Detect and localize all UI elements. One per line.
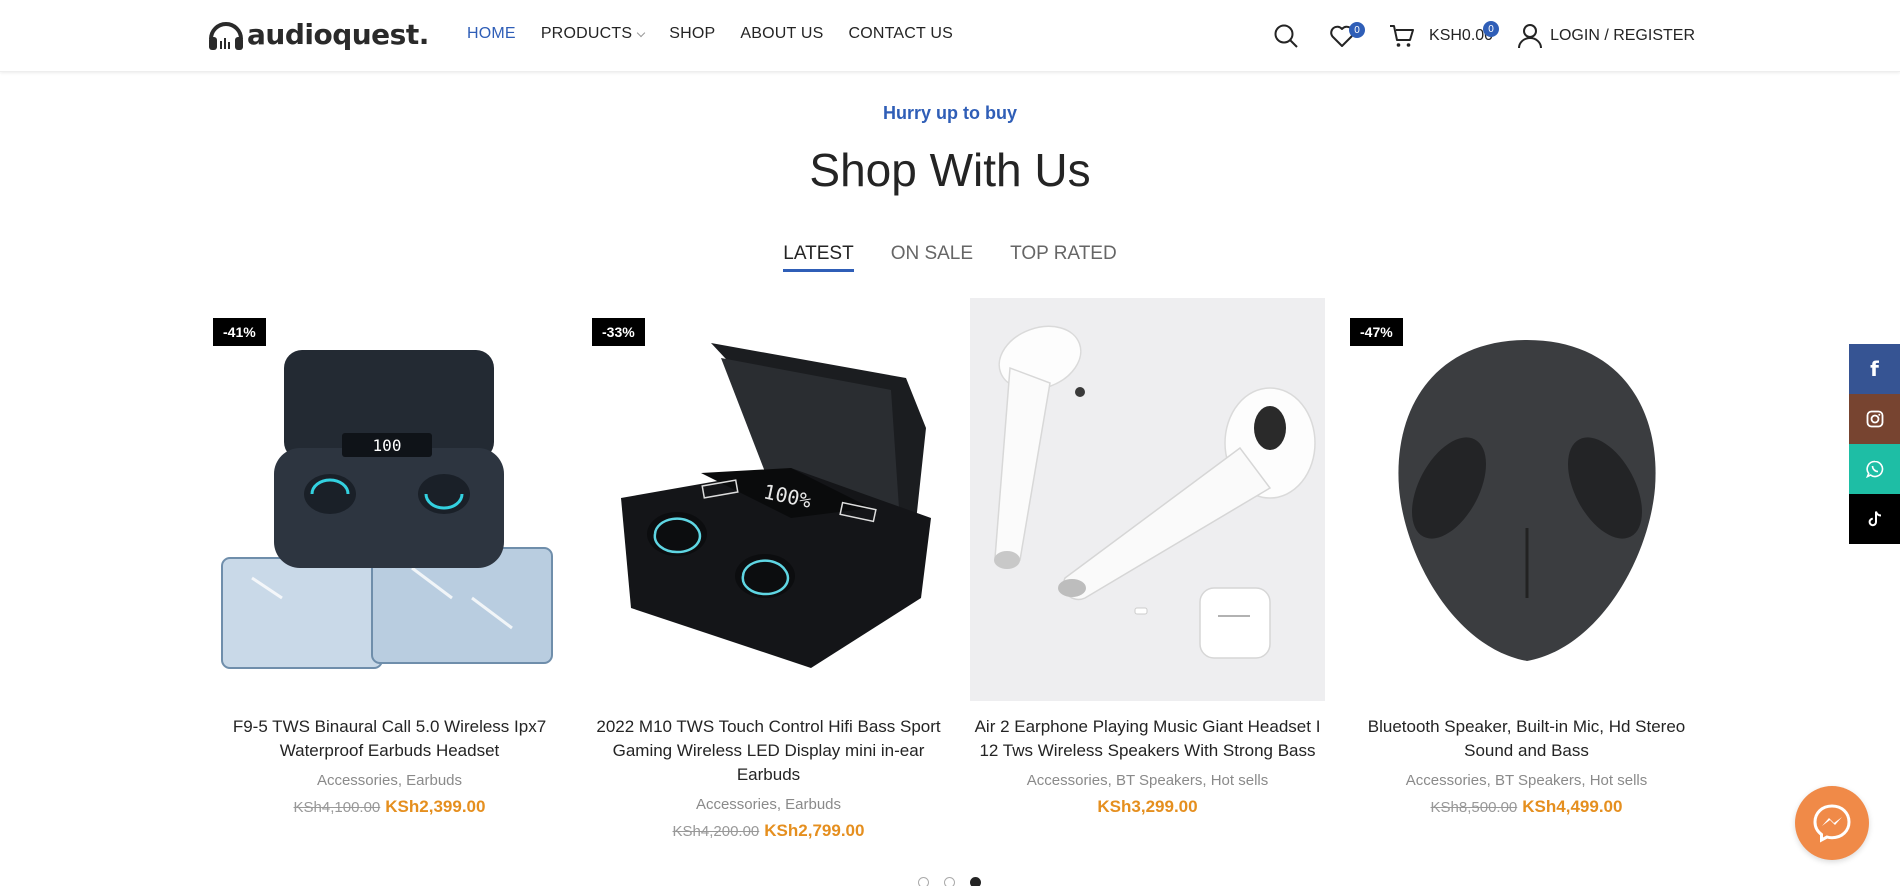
- product-image[interactable]: [970, 298, 1325, 701]
- login-register-label: LOGIN / REGISTER: [1550, 27, 1695, 44]
- svg-text:100: 100: [373, 436, 402, 455]
- site-header: audioquest. HOME PRODUCTS SHOP ABOUT US …: [0, 0, 1900, 72]
- product-categories[interactable]: Accessories, Earbuds: [212, 772, 567, 789]
- product-price: KSh8,500.00 KSh4,499.00: [1349, 797, 1704, 817]
- messenger-chat-button[interactable]: [1795, 786, 1869, 860]
- earbuds-case-image: 100: [221, 350, 553, 669]
- carousel-dot[interactable]: [944, 877, 955, 886]
- carousel-dot[interactable]: [970, 877, 981, 886]
- section-eyebrow: Hurry up to buy: [883, 103, 1017, 123]
- product-tabs: LATEST ON SALE TOP RATED: [0, 243, 1900, 272]
- user-icon: [1518, 24, 1543, 49]
- old-price: KSh4,100.00: [293, 799, 381, 816]
- facebook-icon: f: [1870, 357, 1879, 381]
- product-image[interactable]: -47%: [1349, 298, 1704, 701]
- nav-products-label: PRODUCTS: [540, 25, 633, 42]
- product-image[interactable]: -41% 100: [212, 298, 567, 701]
- header-tools: 0 0 KSH0.00 LOGIN / REGISTER: [1273, 18, 1695, 54]
- main-nav: HOME PRODUCTS SHOP ABOUT US CONTACT US: [467, 25, 953, 43]
- cart-count-badge: 0: [1483, 21, 1500, 37]
- product-name[interactable]: Bluetooth Speaker, Built-in Mic, Hd Ster…: [1349, 715, 1704, 763]
- product-categories[interactable]: Accessories, BT Speakers, Hot sells: [970, 772, 1325, 789]
- alien-speaker-image: [1398, 340, 1656, 661]
- product-card: Air 2 Earphone Playing Music Giant Heads…: [970, 298, 1325, 817]
- product-categories[interactable]: Accessories, Earbuds: [591, 796, 946, 813]
- whatsapp-icon: [1865, 460, 1883, 478]
- sale-price: KSh3,299.00: [1097, 797, 1198, 816]
- search-icon: [1274, 24, 1298, 48]
- product-card: -33% 100% 2022 M10 TWS Touch Control Hif…: [591, 298, 946, 841]
- tab-on-sale[interactable]: ON SALE: [891, 243, 973, 272]
- sale-price: KSh2,799.00: [764, 821, 865, 840]
- nav-about-us[interactable]: ABOUT US: [740, 25, 823, 43]
- nav-contact-us[interactable]: CONTACT US: [848, 25, 953, 43]
- instagram-icon: [1866, 410, 1883, 428]
- messenger-icon: [1813, 804, 1851, 843]
- whatsapp-button[interactable]: [1849, 444, 1900, 494]
- login-register-link[interactable]: LOGIN / REGISTER: [1517, 23, 1695, 49]
- tiktok-button[interactable]: [1849, 494, 1900, 544]
- product-categories[interactable]: Accessories, BT Speakers, Hot sells: [1349, 772, 1704, 789]
- earbuds-case-image: 100%: [621, 343, 931, 668]
- carousel-dot[interactable]: [918, 877, 929, 886]
- product-name[interactable]: Air 2 Earphone Playing Music Giant Heads…: [970, 715, 1325, 763]
- facebook-button[interactable]: f: [1849, 344, 1900, 394]
- product-price: KSh4,100.00 KSh2,399.00: [212, 797, 567, 817]
- headphones-logo-icon: [209, 22, 243, 50]
- product-name[interactable]: F9-5 TWS Binaural Call 5.0 Wireless Ipx7…: [212, 715, 567, 763]
- discount-badge: -33%: [592, 318, 645, 346]
- product-card: -41% 100 F9-5 TWS Binaural Call 5.0 Wire…: [212, 298, 567, 817]
- white-earphones-image: [970, 298, 1325, 701]
- logo[interactable]: audioquest.: [207, 15, 429, 53]
- tiktok-icon: [1868, 511, 1881, 527]
- tab-top-rated[interactable]: TOP RATED: [1010, 243, 1117, 272]
- wishlist-count-badge: 0: [1349, 22, 1366, 38]
- discount-badge: -47%: [1350, 318, 1403, 346]
- product-image[interactable]: -33% 100%: [591, 298, 946, 701]
- sale-price: KSh4,499.00: [1522, 797, 1623, 816]
- cart-button[interactable]: 0 KSH0.00: [1389, 21, 1500, 49]
- product-price: KSh3,299.00: [970, 797, 1325, 817]
- search-button[interactable]: [1273, 23, 1299, 49]
- product-carousel: -41% 100 F9-5 TWS Binaural Call 5.0 Wire…: [212, 298, 1704, 858]
- product-card: -47% Bluetooth Speaker, Built-in Mic, Hd…: [1349, 298, 1704, 817]
- instagram-button[interactable]: [1849, 394, 1900, 444]
- product-name[interactable]: 2022 M10 TWS Touch Control Hifi Bass Spo…: [591, 715, 946, 787]
- logo-text: audioquest.: [247, 17, 429, 51]
- section-title: Shop With Us: [809, 144, 1091, 196]
- old-price: KSh4,200.00: [672, 823, 760, 840]
- nav-products[interactable]: PRODUCTS: [540, 25, 646, 43]
- carousel-pagination: [918, 877, 981, 886]
- product-price: KSh4,200.00 KSh2,799.00: [591, 821, 946, 841]
- cart-icon: [1390, 25, 1415, 47]
- sale-price: KSh2,399.00: [385, 797, 486, 816]
- tab-latest[interactable]: LATEST: [783, 243, 854, 272]
- social-sidebar: f: [1849, 344, 1900, 544]
- chevron-down-icon: [636, 28, 646, 37]
- discount-badge: -41%: [213, 318, 266, 346]
- old-price: KSh8,500.00: [1430, 799, 1518, 816]
- nav-shop[interactable]: SHOP: [669, 25, 715, 43]
- nav-home[interactable]: HOME: [467, 25, 516, 43]
- wishlist-button[interactable]: 0: [1329, 22, 1366, 48]
